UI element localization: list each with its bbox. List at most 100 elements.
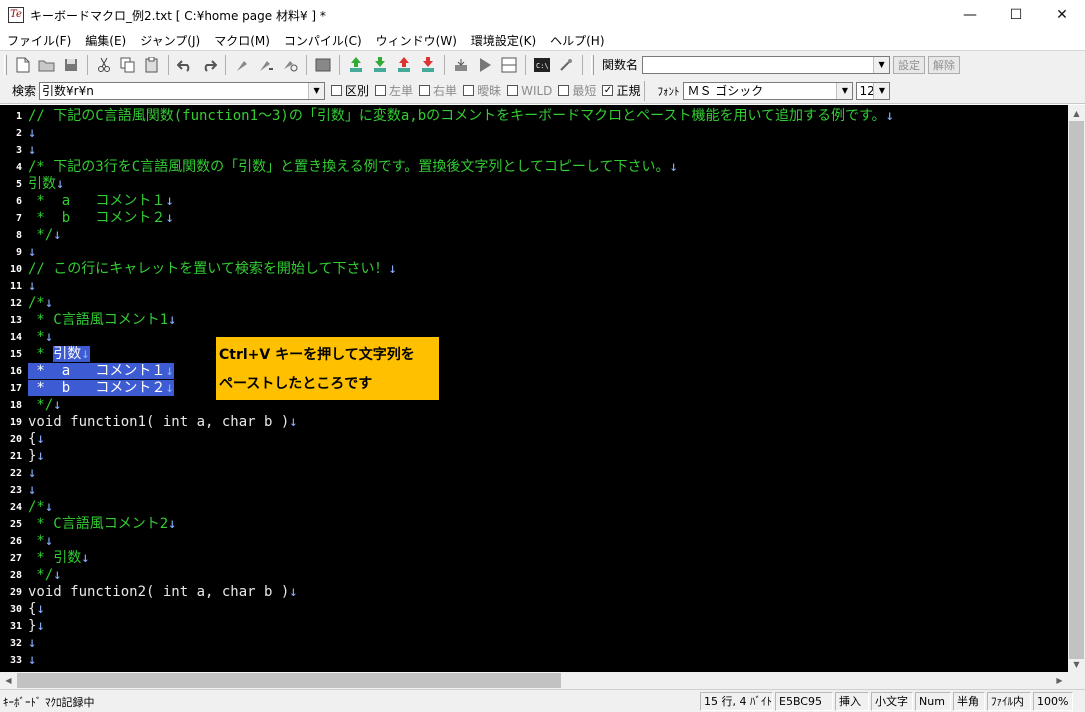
editor-line[interactable]: 18 */↓: [0, 397, 1068, 414]
save-icon[interactable]: [61, 55, 81, 75]
editor-line[interactable]: 22 ↓: [0, 465, 1068, 482]
redo-icon[interactable]: [199, 55, 219, 75]
editor-line[interactable]: 30 {↓: [0, 601, 1068, 618]
cut-icon[interactable]: [94, 55, 114, 75]
checkbox-case[interactable]: [331, 85, 343, 96]
minimize-button[interactable]: —: [947, 0, 993, 30]
editor-line[interactable]: 4 /* 下記の3行をC言語風関数の「引数」と置き換える例です。置換後文字列として…: [0, 159, 1068, 176]
function-name-select[interactable]: ▼: [642, 55, 891, 74]
play-macro-icon[interactable]: [475, 55, 495, 75]
chevron-down-icon[interactable]: ▼: [873, 82, 890, 99]
editor-line[interactable]: 24 /*↓: [0, 499, 1068, 516]
editor-line[interactable]: 13 * C言語風コメント1↓: [0, 312, 1068, 329]
toolbar-grip[interactable]: [591, 54, 594, 75]
editor-line[interactable]: 3 ↓: [0, 142, 1068, 159]
window-icon[interactable]: [313, 55, 333, 75]
editor-line[interactable]: 23 ↓: [0, 482, 1068, 499]
checkbox-right-word[interactable]: [419, 85, 431, 96]
editor-line[interactable]: 6 * a コメント１↓: [0, 193, 1068, 210]
search-input[interactable]: 引数¥r¥n ▼: [39, 81, 326, 100]
editor-line[interactable]: 31}↓: [0, 618, 1068, 635]
new-file-icon[interactable]: [13, 55, 33, 75]
editor-line[interactable]: 15 * 引数↓: [0, 346, 1068, 363]
checkbox-left-word[interactable]: [375, 85, 387, 96]
chevron-down-icon[interactable]: ▼: [836, 82, 853, 99]
editor-line[interactable]: 21}↓: [0, 448, 1068, 465]
marker-icon[interactable]: [232, 55, 252, 75]
command-prompt-icon[interactable]: C:\: [532, 55, 552, 75]
editor-line[interactable]: 32 ↓: [0, 635, 1068, 652]
menu-compile[interactable]: コンパイル(C): [277, 32, 369, 49]
open-folder-icon[interactable]: [37, 55, 57, 75]
menu-macro[interactable]: マクロ(M): [207, 32, 277, 49]
chevron-down-icon[interactable]: ▼: [308, 82, 325, 99]
editor-line[interactable]: 10 // この行にキャレットを置いて検索を開始して下さい！↓: [0, 261, 1068, 278]
editor-line[interactable]: 9 ↓: [0, 244, 1068, 261]
editor-line[interactable]: 8 */↓: [0, 227, 1068, 244]
scroll-left-icon[interactable]: ◀: [0, 672, 17, 688]
font-select[interactable]: ＭＳ ゴシック ▼: [683, 81, 854, 100]
editor-line[interactable]: 19 void function1( int a, char b )↓: [0, 414, 1068, 431]
status-insert-mode[interactable]: 挿入: [835, 692, 869, 711]
chevron-down-icon[interactable]: ▼: [873, 56, 890, 73]
link-icon[interactable]: [556, 55, 576, 75]
editor-line[interactable]: 28 */↓: [0, 567, 1068, 584]
option-right-word[interactable]: 右単: [419, 82, 457, 99]
close-button[interactable]: ✕: [1039, 0, 1085, 30]
editor-line[interactable]: 14 *↓: [0, 329, 1068, 346]
menu-settings[interactable]: 環境設定(K): [464, 32, 543, 49]
editor-line[interactable]: 26 *↓: [0, 533, 1068, 550]
menu-edit[interactable]: 編集(E): [78, 32, 133, 49]
option-case[interactable]: 区別: [331, 82, 369, 99]
vertical-scrollbar[interactable]: ▲ ▼: [1068, 105, 1085, 672]
editor-line[interactable]: 7 * b コメント２↓: [0, 210, 1068, 227]
editor-line[interactable]: 17 * b コメント２↓: [0, 380, 1068, 397]
toolbar-grip[interactable]: [4, 54, 7, 75]
set-button[interactable]: 設定: [893, 55, 926, 74]
option-shortest[interactable]: 最短: [558, 82, 596, 99]
editor-line[interactable]: 11 ↓: [0, 278, 1068, 295]
horizontal-scrollbar[interactable]: ◀ ▶: [0, 672, 1068, 689]
jump-down-red-icon[interactable]: [418, 55, 438, 75]
copy-icon[interactable]: [118, 55, 138, 75]
editor-line[interactable]: 5 引数↓: [0, 176, 1068, 193]
editor-line[interactable]: 27 * 引数↓: [0, 550, 1068, 567]
scroll-down-icon[interactable]: ▼: [1068, 656, 1085, 672]
editor-line[interactable]: 2 ↓: [0, 125, 1068, 142]
scroll-up-icon[interactable]: ▲: [1068, 105, 1085, 121]
clear-button[interactable]: 解除: [928, 55, 961, 74]
marker-jump-icon[interactable]: [256, 55, 276, 75]
find-marker-icon[interactable]: [280, 55, 300, 75]
editor-line[interactable]: 12 /*↓: [0, 295, 1068, 312]
jump-down-icon[interactable]: [370, 55, 390, 75]
editor-line[interactable]: 33 ↓: [0, 652, 1068, 669]
font-size-select[interactable]: 12 ▼: [856, 81, 891, 100]
option-left-word[interactable]: 左単: [375, 82, 413, 99]
checkbox-wild[interactable]: [507, 85, 519, 96]
menu-window[interactable]: ウィンドウ(W): [369, 32, 464, 49]
checkbox-fuzzy[interactable]: [463, 85, 475, 96]
menu-jump[interactable]: ジャンプ(J): [133, 32, 207, 49]
editor-area[interactable]: 1 // 下記のC言語風関数(function1～3)の「引数」に変数a,bのコメ…: [0, 105, 1068, 672]
menu-file[interactable]: ファイル(F): [0, 32, 78, 49]
editor-line[interactable]: 20 {↓: [0, 431, 1068, 448]
editor-line[interactable]: 29 void function2( int a, char b )↓: [0, 584, 1068, 601]
jump-up-icon[interactable]: [346, 55, 366, 75]
editor-line[interactable]: 1 // 下記のC言語風関数(function1～3)の「引数」に変数a,bのコメ…: [0, 108, 1068, 125]
checkbox-regex[interactable]: ✓: [602, 85, 614, 96]
jump-up-red-icon[interactable]: [394, 55, 414, 75]
split-icon[interactable]: [499, 55, 519, 75]
menu-help[interactable]: ヘルプ(H): [543, 32, 611, 49]
scroll-right-icon[interactable]: ▶: [1051, 672, 1068, 688]
vertical-scroll-thumb[interactable]: [1069, 121, 1084, 659]
record-macro-icon[interactable]: [451, 55, 471, 75]
option-wild[interactable]: WILD: [507, 84, 552, 98]
option-fuzzy[interactable]: 曖昧: [463, 82, 501, 99]
option-regex[interactable]: ✓ 正規: [602, 82, 640, 99]
undo-icon[interactable]: [175, 55, 195, 75]
checkbox-shortest[interactable]: [558, 85, 570, 96]
paste-icon[interactable]: [142, 55, 162, 75]
editor-line[interactable]: 25 * C言語風コメント2↓: [0, 516, 1068, 533]
maximize-button[interactable]: ☐: [993, 0, 1039, 30]
editor-line[interactable]: 16 * a コメント１↓: [0, 363, 1068, 380]
